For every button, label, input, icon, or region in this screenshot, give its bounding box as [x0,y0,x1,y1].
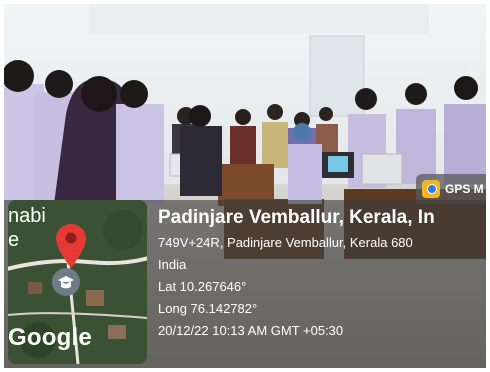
gps-map-camera-icon [422,180,440,198]
address-line-1: 749V+24R, Padinjare Vemballur, Kerala 68… [158,235,413,250]
longitude: Long 76.142782° [158,301,258,316]
badge-label: GPS M [445,182,484,196]
location-title: Padinjare Vemballur, Kerala, In [158,207,435,228]
address-line-2: India [158,257,187,272]
map-place-label: nabi e [8,205,46,251]
location-info: Padinjare Vemballur, Kerala, In 749V+24R… [158,204,486,342]
timestamp: 20/12/22 10:13 AM GMT +05:30 [158,323,344,338]
latitude: Lat 10.267646° [158,279,247,294]
map-thumbnail: nabi e Google [8,200,147,364]
google-logo-text: Google [8,324,92,351]
location-pin-icon [56,224,86,268]
photo-frame: GPS M nabi e Google Padinjare Vemballur,… [0,0,490,372]
